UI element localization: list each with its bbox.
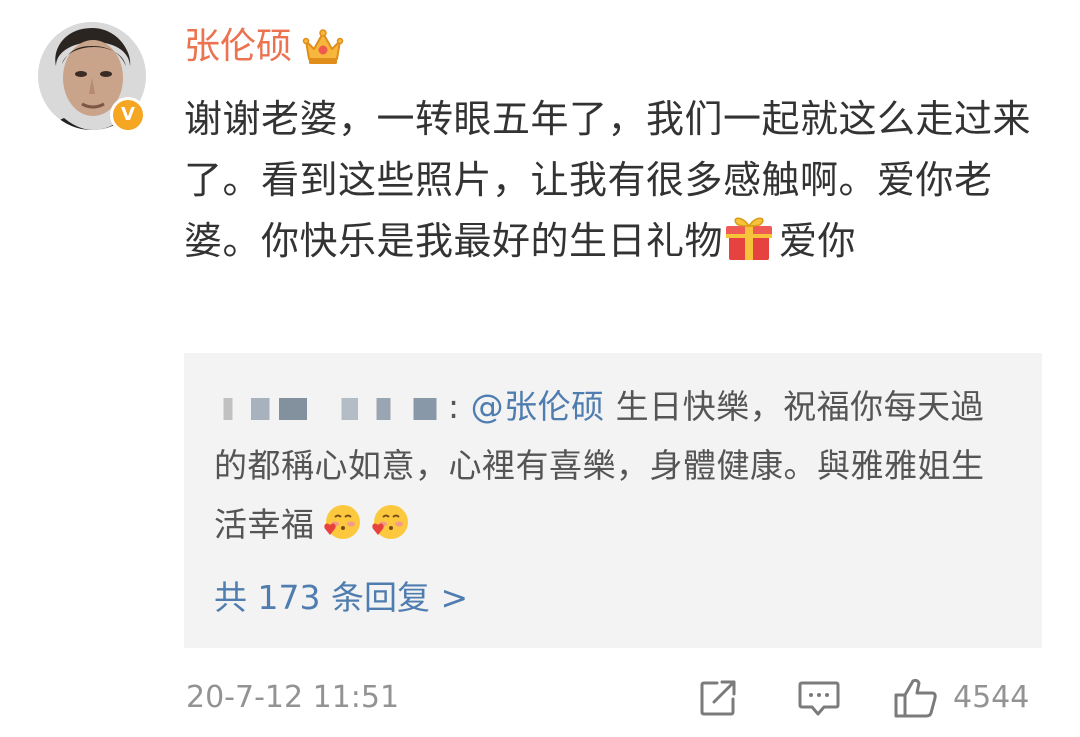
username-row: 张伦硕 — [184, 22, 344, 72]
like-count: 4544 — [953, 680, 1030, 715]
share-button[interactable] — [698, 676, 740, 720]
crown-member-icon[interactable] — [302, 27, 344, 67]
mention-link[interactable]: @张伦硕 — [471, 387, 605, 426]
verified-badge-label: V — [121, 104, 135, 125]
comment-body: 谢谢老婆，一转眼五年了，我们一起就这么走过来了。看到这些照片，让我有很多感触啊。… — [184, 97, 1032, 263]
blushing-heart-emoji-icon — [371, 505, 408, 539]
comment-icon — [798, 681, 840, 716]
reply-text: : @张伦硕 生日快樂，祝福你每天過的都稱心如意，心裡有喜樂，身體健康。與雅雅姐… — [214, 377, 1014, 554]
blushing-heart-emoji-icon — [323, 505, 360, 539]
verified-badge-icon: V — [110, 97, 146, 133]
view-replies-link[interactable]: 共 173 条回复 > — [214, 573, 468, 623]
gift-emoji-icon — [726, 217, 773, 260]
comment-text: 谢谢老婆，一转眼五年了，我们一起就这么走过来了。看到这些照片，让我有很多感触啊。… — [184, 89, 1044, 272]
thumbs-up-icon — [894, 678, 937, 718]
comment-tail: 爱你 — [779, 219, 857, 263]
blurred-replier-name[interactable] — [214, 398, 446, 420]
share-icon — [700, 680, 736, 716]
timestamp: 20-7-12 11:51 — [186, 680, 400, 715]
reply-prefix: : — [448, 387, 460, 426]
reply-preview[interactable]: : @张伦硕 生日快樂，祝福你每天過的都稱心如意，心裡有喜樂，身體健康。與雅雅姐… — [184, 353, 1042, 648]
like-button[interactable]: 4544 — [893, 676, 1029, 720]
username-link[interactable]: 张伦硕 — [184, 22, 292, 72]
comment-button[interactable] — [797, 676, 841, 720]
